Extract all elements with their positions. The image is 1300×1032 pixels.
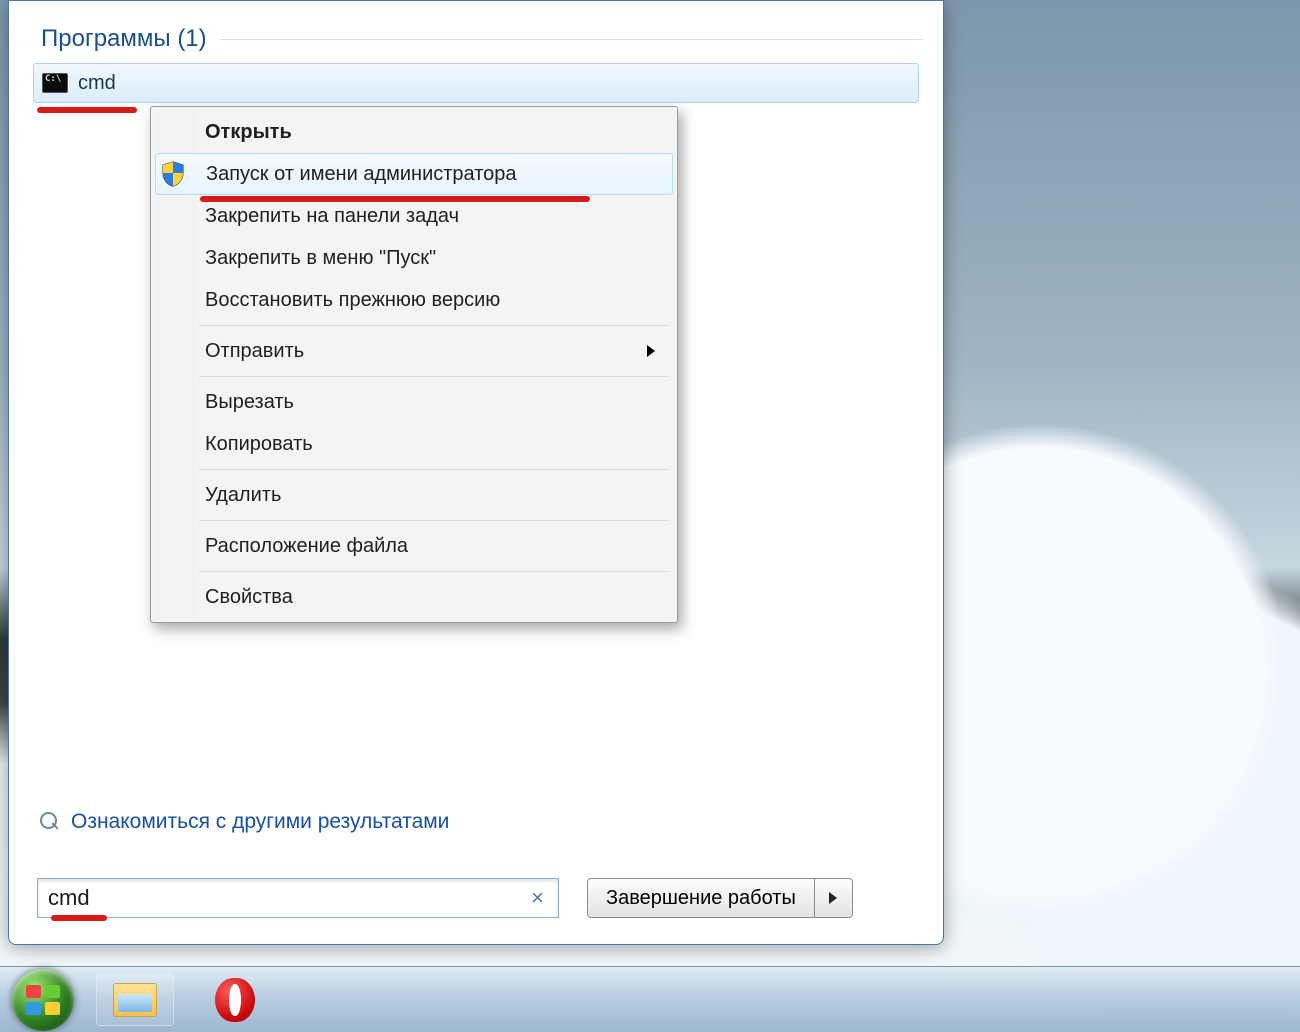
context-menu-item[interactable]: Запуск от имени администратора (155, 153, 673, 195)
context-menu-item-label: Расположение файла (205, 535, 408, 558)
search-result-label: cmd (78, 72, 116, 95)
annotation-underline (51, 915, 107, 921)
context-menu-item-label: Отправить (205, 340, 304, 363)
context-menu-item[interactable]: Свойства (155, 576, 673, 618)
context-menu-item-label: Свойства (205, 586, 293, 609)
context-menu-item[interactable]: Копировать (155, 423, 673, 465)
context-menu-item-label: Открыть (205, 121, 292, 144)
results-section-title: Программы (1) (41, 25, 207, 53)
context-menu-separator (199, 325, 669, 326)
annotation-underline (37, 107, 137, 113)
context-menu-item-label: Закрепить в меню "Пуск" (205, 247, 436, 270)
annotation-underline (200, 196, 590, 202)
context-menu-item-label: Вырезать (205, 391, 294, 414)
shutdown-label: Завершение работы (606, 887, 796, 910)
shutdown-options-button[interactable] (815, 878, 853, 918)
context-menu-item-label: Закрепить на панели задач (205, 205, 459, 228)
context-menu-item[interactable]: Закрепить в меню "Пуск" (155, 237, 673, 279)
shutdown-group: Завершение работы (587, 878, 853, 918)
start-search-box[interactable]: × (37, 878, 559, 918)
chevron-right-icon (647, 345, 655, 357)
cmd-icon (42, 73, 68, 93)
start-menu-bottom-row: × Завершение работы (37, 874, 923, 922)
context-menu-separator (199, 376, 669, 377)
start-button[interactable] (12, 969, 74, 1031)
taskbar-opera[interactable] (196, 974, 274, 1026)
context-menu-item-label: Удалить (205, 484, 281, 507)
taskbar (0, 966, 1300, 1032)
shutdown-button[interactable]: Завершение работы (587, 878, 815, 918)
section-divider (219, 39, 923, 40)
more-results-link[interactable]: Ознакомиться с другими результатами (39, 810, 449, 834)
results-section-header: Программы (1) (41, 25, 923, 53)
context-menu-item-label: Восстановить прежнюю версию (205, 289, 500, 312)
context-menu-item[interactable]: Отправить (155, 330, 673, 372)
uac-shield-icon (161, 161, 185, 187)
context-menu-item[interactable]: Расположение файла (155, 525, 673, 567)
file-explorer-icon (113, 983, 157, 1017)
search-input[interactable] (48, 885, 527, 911)
clear-search-button[interactable]: × (527, 885, 548, 911)
search-result-cmd[interactable]: cmd (33, 63, 919, 103)
opera-icon (215, 978, 255, 1022)
context-menu: Открыть Запуск от имени администратора Зак… (150, 106, 678, 623)
more-results-label: Ознакомиться с другими результатами (71, 810, 449, 834)
context-menu-separator (199, 520, 669, 521)
chevron-right-icon (829, 892, 837, 904)
context-menu-item[interactable]: Восстановить прежнюю версию (155, 279, 673, 321)
windows-logo-icon (26, 985, 60, 1015)
context-menu-item[interactable]: Открыть (155, 111, 673, 153)
context-menu-separator (199, 469, 669, 470)
context-menu-item[interactable]: Вырезать (155, 381, 673, 423)
context-menu-item-label: Копировать (205, 433, 313, 456)
context-menu-item[interactable]: Удалить (155, 474, 673, 516)
context-menu-separator (199, 571, 669, 572)
search-icon (39, 811, 61, 833)
taskbar-explorer[interactable] (96, 974, 174, 1026)
context-menu-item-label: Запуск от имени администратора (206, 163, 517, 186)
